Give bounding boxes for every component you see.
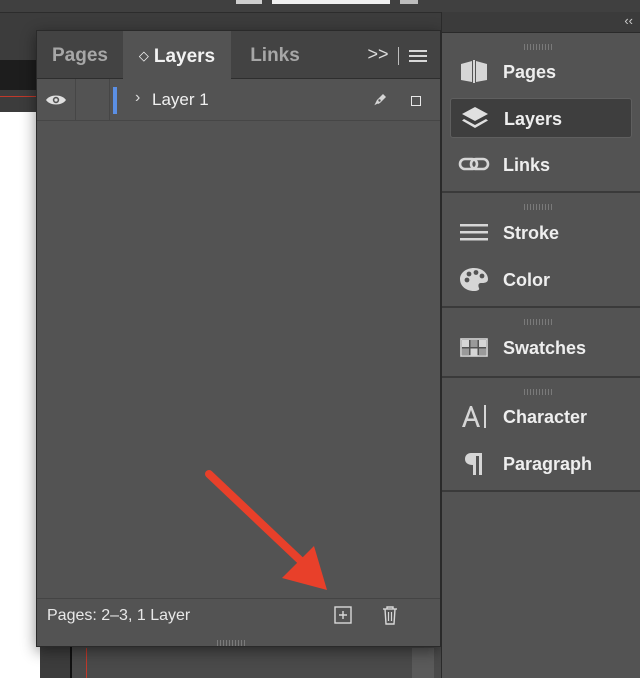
margin-guide — [86, 648, 87, 678]
tab-label: Links — [250, 45, 300, 66]
paragraph-icon — [465, 453, 482, 475]
group-grip[interactable] — [524, 197, 554, 210]
dock-item-label: Pages — [503, 62, 557, 82]
dock-item-pages[interactable]: Pages — [450, 52, 630, 90]
group-grip[interactable] — [524, 382, 554, 395]
tab-layers[interactable]: ◇ Layers — [123, 31, 231, 79]
collapse-panel-button[interactable]: >> — [367, 43, 389, 65]
dock-item-stroke[interactable]: Stroke — [450, 213, 630, 251]
resize-grip[interactable] — [217, 633, 251, 646]
layer-row[interactable]: › Layer 1 — [37, 79, 440, 121]
group-grip[interactable] — [524, 37, 554, 50]
dock-item-label: Swatches — [503, 338, 587, 358]
ruler-area — [0, 60, 40, 90]
updown-arrows-icon: ◇ — [138, 48, 149, 63]
divider — [398, 47, 399, 65]
layers-panel: Pages ◇ Layers Links >> › Layer 1 Pages: … — [36, 30, 441, 647]
dock-item-swatches[interactable]: Swatches — [450, 328, 630, 366]
scrollbar[interactable] — [412, 648, 434, 678]
dock-item-label: Stroke — [503, 223, 560, 243]
new-layer-button[interactable] — [333, 605, 353, 625]
tab-label: Layers — [153, 46, 216, 67]
toolbar-field[interactable] — [272, 0, 390, 4]
group-grip[interactable] — [524, 312, 554, 325]
collapse-dock-button[interactable]: ‹‹ — [624, 13, 633, 28]
panel-tab-bar: Pages ◇ Layers Links >> — [37, 31, 440, 79]
selection-indicator[interactable] — [411, 96, 421, 106]
document-page[interactable] — [0, 112, 40, 678]
visibility-toggle[interactable] — [37, 79, 76, 120]
character-icon — [462, 405, 486, 428]
status-text: Pages: 2–3, 1 Layer — [47, 607, 191, 624]
layer-color-swatch — [113, 87, 117, 114]
trash-icon[interactable] — [380, 604, 400, 626]
toolbar-control[interactable] — [400, 0, 418, 4]
color-palette-icon — [460, 268, 488, 291]
layer-name[interactable]: Layer 1 — [152, 79, 209, 120]
dock-item-label: Character — [503, 407, 588, 427]
pages-icon — [461, 60, 487, 83]
eye-icon — [46, 95, 66, 105]
dock-item-label: Paragraph — [503, 454, 593, 474]
dock-item-character[interactable]: Character — [450, 397, 630, 435]
tab-label: Pages — [52, 45, 108, 66]
dock-group: Character Paragraph — [442, 378, 640, 492]
dock-item-paragraph[interactable]: Paragraph — [450, 444, 630, 482]
panel-status-bar: Pages: 2–3, 1 Layer — [37, 598, 440, 632]
panel-menu-icon[interactable] — [409, 50, 427, 62]
layers-icon — [462, 107, 488, 128]
dock-item-color[interactable]: Color — [450, 260, 630, 298]
dock-item-links[interactable]: Links — [450, 145, 630, 183]
panel-dock: ‹‹ Pages Layers Links Stroke Color Swatc… — [441, 12, 640, 678]
dock-group: Swatches — [442, 308, 640, 378]
dock-group: Pages Layers Links — [442, 33, 640, 193]
stroke-icon — [460, 224, 488, 241]
toolbar-control[interactable] — [236, 0, 262, 4]
pen-icon — [373, 94, 386, 107]
dock-group: Stroke Color — [442, 193, 640, 308]
dock-item-layers[interactable]: Layers — [450, 98, 632, 138]
dock-item-label: Layers — [504, 109, 563, 129]
dock-item-label: Color — [503, 270, 550, 290]
margin-guide — [0, 96, 40, 97]
chevron-right-icon[interactable]: › — [135, 88, 145, 108]
tab-pages[interactable]: Pages — [37, 31, 123, 78]
dock-header: ‹‹ — [442, 12, 640, 33]
tab-links[interactable]: Links — [231, 31, 319, 78]
swatches-icon — [460, 338, 488, 357]
document-pasteboard[interactable] — [70, 645, 442, 678]
dock-item-label: Links — [503, 155, 551, 175]
lock-toggle[interactable] — [75, 79, 110, 120]
links-icon — [458, 157, 490, 171]
